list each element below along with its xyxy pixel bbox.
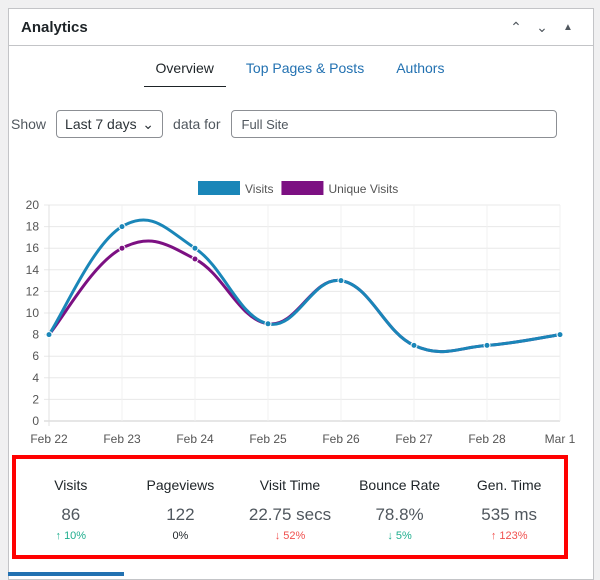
stat-value: 535 ms xyxy=(481,505,538,524)
data-point xyxy=(483,341,491,349)
legend-swatch xyxy=(198,181,240,195)
stat-label: Visits xyxy=(54,477,88,493)
data-point xyxy=(556,331,564,339)
data-point xyxy=(191,255,199,263)
x-tick-label: Feb 23 xyxy=(103,432,141,446)
arrow-down-icon: ↓ xyxy=(387,530,396,542)
series-line-visits xyxy=(47,218,561,354)
y-tick-label: 8 xyxy=(32,328,39,342)
stat-visits: Visits 86 ↑ 10% xyxy=(16,459,126,555)
stat-change: ↓ 5% xyxy=(387,530,412,542)
arrow-up-icon: ↑ xyxy=(55,530,65,542)
y-tick-label: 2 xyxy=(32,392,39,406)
y-tick-label: 10 xyxy=(26,306,40,320)
scroll-indicator xyxy=(8,572,124,576)
y-tick-label: 0 xyxy=(32,414,39,428)
data-point xyxy=(45,331,53,339)
visits-chart: 0 2 4 6 8 10 12 14 16 18 20 Feb 22 Feb 23 Feb 24 Feb 2… xyxy=(26,181,576,446)
x-tick-label: Mar 1 xyxy=(545,432,576,446)
stat-change: ↑ 10% xyxy=(55,530,87,542)
x-tick-label: Feb 22 xyxy=(30,432,68,446)
y-tick-label: 14 xyxy=(26,263,40,277)
stat-value: 86 xyxy=(61,505,81,524)
y-tick-label: 18 xyxy=(26,220,40,234)
legend-swatch xyxy=(281,181,324,195)
x-tick-label: Feb 26 xyxy=(322,432,360,446)
data-point xyxy=(118,223,126,231)
x-tick-label: Feb 25 xyxy=(249,432,287,446)
stat-value: 22.75 secs xyxy=(248,505,332,524)
stat-pageviews: Pageviews 122 0% xyxy=(126,459,236,555)
data-point xyxy=(337,277,345,285)
y-tick-label: 12 xyxy=(26,284,40,298)
stat-visit-time: Visit Time 22.75 secs ↓ 52% xyxy=(235,459,345,555)
stats-summary: Visits 86 ↑ 10% Pageviews 122 0% Visit Time 22.… xyxy=(12,455,568,559)
x-tick-label: Feb 24 xyxy=(176,432,214,446)
x-tick-label: Feb 28 xyxy=(468,432,506,446)
stat-value: 78.8% xyxy=(375,505,424,524)
stat-label: Visit Time xyxy=(259,477,321,493)
stat-label: Pageviews xyxy=(146,477,215,493)
x-tick-label: Feb 27 xyxy=(395,432,433,446)
y-tick-label: 4 xyxy=(32,371,39,385)
stat-change: ↑ 123% xyxy=(490,530,528,542)
y-tick-label: 20 xyxy=(26,198,40,212)
y-tick-label: 6 xyxy=(32,349,39,363)
stat-label: Bounce Rate xyxy=(359,477,441,493)
stat-gen-time: Gen. Time 535 ms ↑ 123% xyxy=(454,459,564,555)
data-point xyxy=(191,244,199,252)
arrow-down-icon: ↓ xyxy=(274,530,284,542)
legend-label: Visits xyxy=(245,182,273,196)
y-tick-label: 16 xyxy=(26,241,40,255)
data-point xyxy=(410,341,418,349)
data-point xyxy=(118,244,126,252)
stat-bounce-rate: Bounce Rate 78.8% ↓ 5% xyxy=(345,459,455,555)
stat-value: 122 xyxy=(166,505,195,524)
stat-label: Gen. Time xyxy=(476,477,542,493)
data-point xyxy=(264,320,272,328)
stat-change: 0% xyxy=(172,530,189,542)
legend-label: Unique Visits xyxy=(328,182,398,196)
stat-change: ↓ 52% xyxy=(274,530,306,542)
